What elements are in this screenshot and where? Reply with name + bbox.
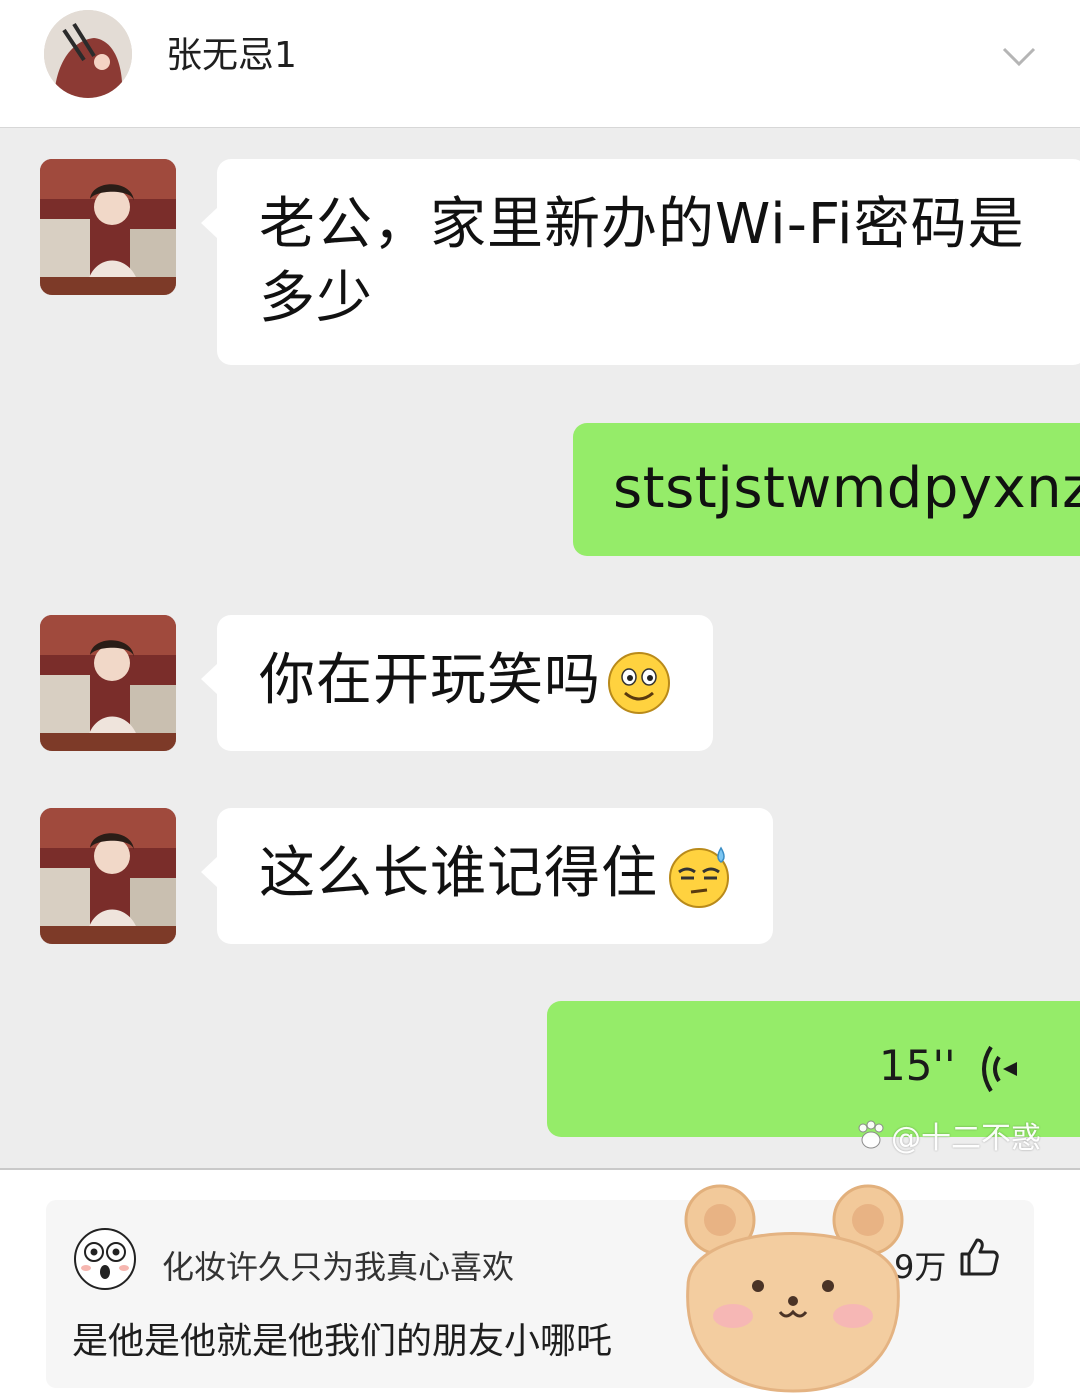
thumbs-up-icon[interactable] — [958, 1236, 1000, 1278]
message-text-line: 老公，家里新办的Wi-Fi密码是 — [259, 192, 1025, 257]
message-text: 这么长谁记得住 — [259, 841, 658, 906]
contact-avatar — [40, 159, 176, 295]
received-bubble: 这么长谁记得住 — [201, 808, 773, 944]
voice-duration: 15'' — [879, 1041, 956, 1090]
message-text: ststjstwmdpyxnz — [613, 456, 1080, 521]
post-header: 张无忌1 — [0, 0, 1080, 127]
received-bubble: 你在开玩笑吗 — [201, 615, 713, 751]
chevron-down-icon[interactable] — [998, 36, 1040, 78]
voice-wave-icon — [982, 1045, 1017, 1093]
sent-bubble: ststjstwmdpyxnz — [573, 423, 1080, 556]
author-name[interactable]: 张无忌1 — [166, 34, 297, 78]
message-text: 你在开玩笑吗 — [259, 648, 601, 713]
watermark-text: @十二不惑 — [891, 1121, 1041, 1156]
contact-avatar — [40, 615, 176, 751]
received-bubble: 老公，家里新办的Wi-Fi密码是 多少 — [201, 159, 1080, 365]
chat-screenshot: 老公，家里新办的Wi-Fi密码是 多少 ststjstwmdpyxnz 你在开玩… — [0, 127, 1080, 1170]
watermark: @十二不惑 — [855, 1113, 1041, 1157]
commenter-name[interactable]: 化妆许久只为我真心喜欢 — [162, 1242, 514, 1288]
smile-emoji-icon — [608, 652, 670, 714]
author-avatar[interactable] — [44, 10, 132, 98]
message-text-line: 多少 — [259, 266, 373, 331]
bear-sticker-icon — [684, 1184, 904, 1393]
commenter-avatar[interactable] — [74, 1228, 136, 1290]
comment-text: 是他是他就是他我们的朋友小哪吒 — [72, 1321, 613, 1362]
paw-icon — [858, 1120, 884, 1149]
sweat-emoji-icon — [669, 846, 729, 908]
contact-avatar — [40, 808, 176, 944]
